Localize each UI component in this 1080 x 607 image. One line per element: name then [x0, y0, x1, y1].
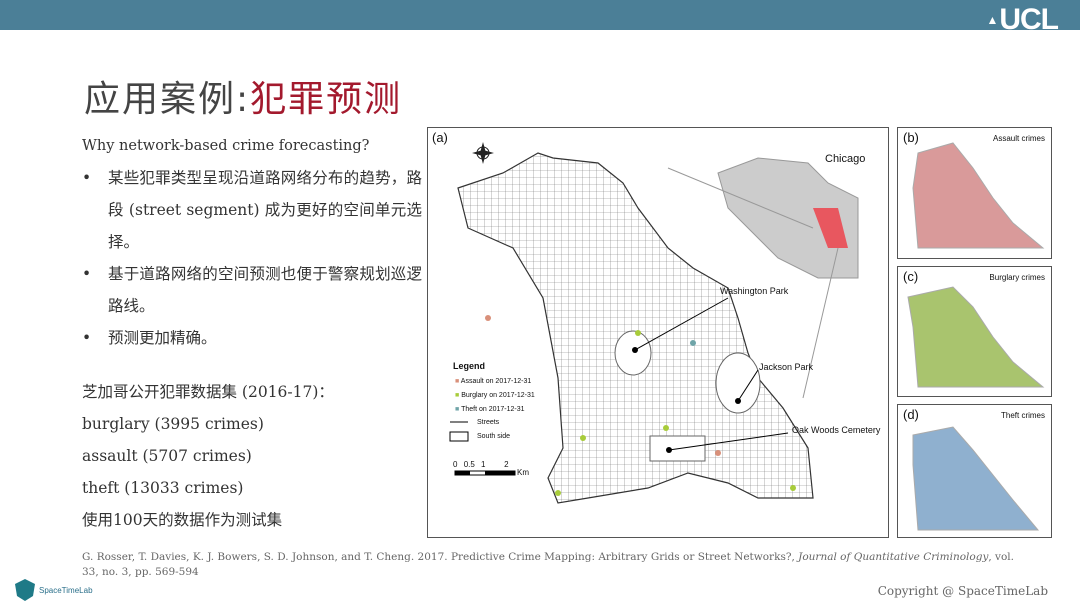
- chicago-south-side-map: [449, 142, 859, 504]
- scale-ticks: 0 0.5 1 2: [453, 460, 509, 469]
- legend-item: ■ Burglary on 2017-12-31: [455, 392, 535, 399]
- dataset-title: 芝加哥公开犯罪数据集 (2016-17)：: [82, 383, 334, 401]
- dataset-item: assault (5707 crimes): [82, 447, 252, 465]
- legend-item: South side: [477, 433, 511, 440]
- legend-item: ■ Assault on 2017-12-31: [455, 378, 532, 385]
- map-panel-a: (a) Chicago Washington Park Jackson Park…: [427, 127, 889, 538]
- title-prefix: 应用案例:: [84, 79, 251, 120]
- question: Why network-based crime forecasting?: [82, 138, 370, 154]
- bullet: 基于道路网络的空间预测也便于警察规划巡逻路线。: [82, 258, 422, 322]
- content-text: Why network-based crime forecasting? 某些犯…: [82, 130, 422, 536]
- page-title: 应用案例:犯罪预测: [84, 70, 402, 122]
- dataset-item: theft (13033 crimes): [82, 479, 244, 497]
- scale-bar: [454, 470, 516, 476]
- spacetimelab-logo: SpaceTimeLab: [14, 578, 93, 602]
- spacetimelab-shield-icon: [15, 579, 35, 601]
- bullet: 预测更加精确。: [82, 322, 422, 354]
- dataset-item: burglary (3995 crimes): [82, 415, 264, 433]
- map-panel-c: (c) Burglary crimes: [897, 266, 1052, 397]
- place-label: Washington Park: [720, 286, 789, 296]
- map-panel-d: (d) Theft crimes: [897, 404, 1052, 538]
- header-bar: ▲UCL: [0, 0, 1080, 36]
- ucl-logo-text: UCL: [999, 3, 1059, 36]
- assault-map: [912, 142, 1045, 249]
- scale-unit: Km: [517, 468, 529, 477]
- burglary-map: [907, 286, 1045, 388]
- test-note: 使用100天的数据作为测试集: [82, 511, 283, 529]
- map-panel-b: (b) Assault crimes: [897, 127, 1052, 259]
- ucl-logo: ▲UCL: [986, 3, 1059, 36]
- compass-icon: [472, 142, 494, 164]
- place-label: Oak Woods Cemetery: [792, 425, 881, 435]
- bullet: 某些犯罪类型呈现沿道路网络分布的趋势，路段 (street segment) 成…: [82, 162, 422, 258]
- legend-item: ■ Theft on 2017-12-31: [455, 406, 525, 413]
- city-label: Chicago: [825, 153, 866, 165]
- reference: G. Rosser, T. Davies, K. J. Bowers, S. D…: [82, 551, 1014, 578]
- legend-item: Streets: [477, 419, 500, 426]
- place-label: Jackson Park: [759, 362, 814, 372]
- title-highlight: 犯罪预测: [250, 79, 403, 120]
- legend-title: Legend: [453, 361, 486, 371]
- theft-map: [912, 426, 1040, 531]
- copyright: Copyright @ SpaceTimeLab: [877, 584, 1048, 598]
